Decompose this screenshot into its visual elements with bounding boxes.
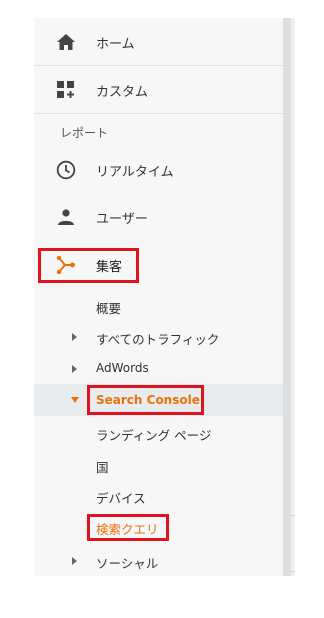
nav-item-label: ホーム: [96, 36, 135, 52]
content-panel-line: [291, 571, 295, 572]
sub-item-label: デバイス: [96, 491, 146, 506]
expand-arrow-icon: [72, 557, 77, 565]
expand-arrow-icon: [72, 365, 77, 373]
expand-arrow-icon: [72, 333, 77, 341]
sub-item-overview[interactable]: 概要: [34, 298, 283, 316]
sub-item-label: ランディング ページ: [96, 428, 212, 443]
sub-item-label: 概要: [96, 301, 122, 316]
content-panel-line: [291, 515, 295, 516]
sub-item-label: すべてのトラフィック: [96, 332, 220, 347]
nav-item-label: リアルタイム: [96, 164, 174, 180]
sub-item-label: AdWords: [96, 361, 149, 375]
sub-item-all-traffic[interactable]: すべてのトラフィック: [34, 329, 283, 347]
highlight-box-acquisition: [38, 248, 139, 283]
sub-item-social[interactable]: ソーシャル: [34, 553, 283, 571]
nav-item-label: ユーザー: [96, 211, 148, 227]
clock-icon: [56, 160, 76, 180]
divider: [34, 113, 283, 114]
sub-item-label: 国: [96, 460, 109, 475]
dashboard-icon: [56, 80, 76, 100]
home-icon: [56, 32, 76, 52]
highlight-box-queries: [87, 514, 169, 541]
nav-item-custom[interactable]: カスタム: [34, 74, 283, 106]
nav-item-realtime[interactable]: リアルタイム: [34, 154, 283, 186]
sub-item-adwords[interactable]: AdWords: [34, 361, 283, 377]
sub-item-landing-pages[interactable]: ランディング ページ: [34, 425, 283, 443]
sub-item-label: ソーシャル: [96, 556, 159, 571]
content-panel-edge: [291, 18, 295, 576]
highlight-box-search-console: [87, 385, 204, 415]
sub-item-devices[interactable]: デバイス: [34, 488, 283, 506]
divider: [34, 65, 283, 66]
nav-item-home[interactable]: ホーム: [34, 26, 283, 58]
nav-item-users[interactable]: ユーザー: [34, 201, 283, 233]
section-label-reports: レポート: [60, 126, 109, 140]
nav-item-label: カスタム: [96, 84, 149, 100]
person-icon: [56, 207, 76, 227]
sub-item-countries[interactable]: 国: [34, 457, 283, 475]
sidebar-scroll-edge: [283, 18, 291, 576]
